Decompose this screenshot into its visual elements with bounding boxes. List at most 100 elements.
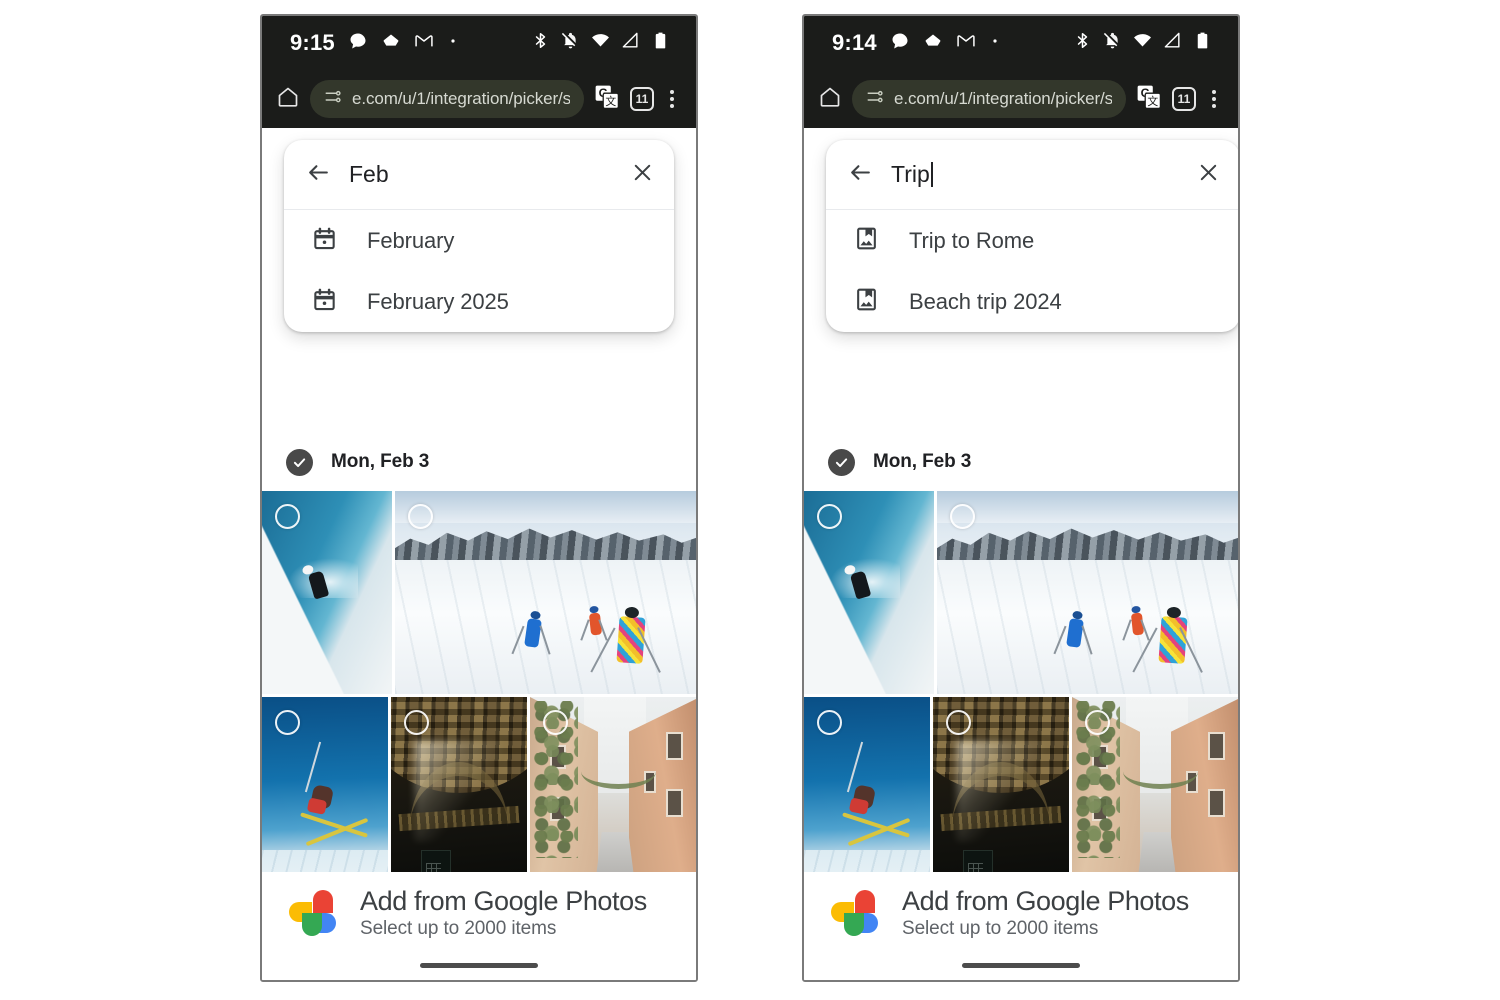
search-input[interactable]: Feb xyxy=(349,161,613,188)
unselected-circle-icon[interactable] xyxy=(817,710,842,735)
search-suggestion-1[interactable]: Trip to Rome xyxy=(826,210,1238,271)
suggestion-label: Trip to Rome xyxy=(909,227,1035,253)
google-translate-icon[interactable]: G文 xyxy=(594,84,620,115)
unselected-circle-icon[interactable] xyxy=(404,710,429,735)
search-input[interactable]: Trip xyxy=(891,161,1179,188)
unselected-circle-icon[interactable] xyxy=(817,504,842,529)
photo-alpine-panorama[interactable] xyxy=(395,491,696,694)
site-settings-icon[interactable] xyxy=(866,88,884,111)
photo-skier-slope[interactable] xyxy=(804,491,934,694)
browser-toolbar: e.com/u/1/integration/picker/s G 文 11 xyxy=(262,70,696,128)
web-page-content: Mon, Feb 3 Trip Trip to Rome Beach trip 202… xyxy=(804,128,1238,980)
status-bar: 9:14 xyxy=(804,16,1238,70)
dot-icon xyxy=(989,34,1001,52)
unselected-circle-icon[interactable] xyxy=(275,504,300,529)
selection-limit-subtitle: Select up to 2000 items xyxy=(360,918,557,939)
suggestion-label: February xyxy=(367,227,455,253)
gesture-nav-bar[interactable] xyxy=(420,963,538,968)
address-bar[interactable]: e.com/u/1/integration/picker/s xyxy=(310,80,584,118)
check-circle-icon[interactable] xyxy=(286,448,313,476)
wifi-icon xyxy=(591,31,610,55)
cell-signal-icon xyxy=(621,31,640,55)
back-arrow-icon[interactable] xyxy=(306,160,331,190)
phone-screenshot-right: 9:14 e.com/u/1/integration/picker/s G 文 11 Mo… xyxy=(802,14,1240,982)
date-section-header: Mon, Feb 3 xyxy=(804,433,1238,491)
dot-icon xyxy=(447,34,459,52)
gmail-icon xyxy=(414,31,434,56)
suggestion-label: February 2025 xyxy=(367,288,509,314)
wifi-icon xyxy=(1133,31,1152,55)
date-label: Mon, Feb 3 xyxy=(873,451,972,472)
phone-screenshot-left: 9:15 e.com/u/1/integration/picker/s G 文 11 Mo… xyxy=(260,14,698,982)
status-clock: 9:15 xyxy=(290,30,335,55)
search-overlay-card: Feb February February 2025 xyxy=(284,140,674,332)
status-clock: 9:14 xyxy=(832,30,877,55)
suggestion-label: Beach trip 2024 xyxy=(909,288,1062,314)
battery-icon xyxy=(1193,31,1212,55)
home-icon[interactable] xyxy=(276,85,300,114)
close-icon[interactable] xyxy=(631,161,654,189)
calendar-icon xyxy=(312,226,337,256)
search-bar[interactable]: Trip xyxy=(826,140,1238,210)
more-options-icon[interactable] xyxy=(1206,90,1222,108)
notifications-muted-icon xyxy=(1103,31,1122,55)
date-label: Mon, Feb 3 xyxy=(331,451,430,472)
unselected-circle-icon[interactable] xyxy=(408,504,433,529)
tab-counter-button[interactable]: 11 xyxy=(630,87,654,111)
site-settings-icon[interactable] xyxy=(324,88,342,111)
gesture-nav-bar[interactable] xyxy=(962,963,1080,968)
photo-grid-row-1 xyxy=(804,491,1238,694)
bottom-action-sheet: Add from Google Photos Select up to 2000 … xyxy=(262,872,696,980)
unselected-circle-icon[interactable] xyxy=(275,710,300,735)
unselected-circle-icon[interactable] xyxy=(950,504,975,529)
search-suggestion-2[interactable]: February 2025 xyxy=(284,271,674,332)
chat-bubble-icon xyxy=(348,31,368,56)
add-from-google-photos-title: Add from Google Photos xyxy=(902,886,1189,916)
screenshot-canvas: 9:15 e.com/u/1/integration/picker/s G 文 11 Mo… xyxy=(0,0,1500,1000)
bottom-action-sheet: Add from Google Photos Select up to 2000 … xyxy=(804,872,1238,980)
selection-limit-subtitle: Select up to 2000 items xyxy=(902,918,1099,939)
search-suggestion-1[interactable]: February xyxy=(284,210,674,271)
bluetooth-icon xyxy=(531,31,550,55)
google-translate-icon[interactable]: G文 xyxy=(1136,84,1162,115)
more-options-icon[interactable] xyxy=(664,90,680,108)
bluetooth-icon xyxy=(1073,31,1092,55)
back-arrow-icon[interactable] xyxy=(848,160,873,190)
calendar-icon xyxy=(312,287,337,317)
gmail-icon xyxy=(956,31,976,56)
chat-bubble-icon xyxy=(890,31,910,56)
unselected-circle-icon[interactable] xyxy=(946,710,971,735)
svg-text:文: 文 xyxy=(1147,94,1158,108)
date-section-header: Mon, Feb 3 xyxy=(262,433,696,491)
unselected-circle-icon[interactable] xyxy=(1085,710,1110,735)
svg-text:文: 文 xyxy=(605,94,616,108)
album-photo-icon xyxy=(854,287,879,317)
nest-home-icon xyxy=(923,31,943,56)
unselected-circle-icon[interactable] xyxy=(543,710,568,735)
address-bar[interactable]: e.com/u/1/integration/picker/s xyxy=(852,80,1126,118)
cell-signal-icon xyxy=(1163,31,1182,55)
battery-icon xyxy=(651,31,670,55)
nest-home-icon xyxy=(381,31,401,56)
google-photos-logo xyxy=(288,889,338,937)
address-bar-url: e.com/u/1/integration/picker/s xyxy=(352,89,570,108)
close-icon[interactable] xyxy=(1197,161,1220,189)
tab-counter-button[interactable]: 11 xyxy=(1172,87,1196,111)
text-cursor xyxy=(930,162,933,187)
web-page-content: Mon, Feb 3 Feb February February 2025 Add fr… xyxy=(262,128,696,980)
photo-alpine-panorama[interactable] xyxy=(937,491,1238,694)
notifications-muted-icon xyxy=(561,31,580,55)
photo-skier-slope[interactable] xyxy=(262,491,392,694)
status-bar: 9:15 xyxy=(262,16,696,70)
browser-toolbar: e.com/u/1/integration/picker/s G 文 11 xyxy=(804,70,1238,128)
search-bar[interactable]: Feb xyxy=(284,140,674,210)
search-suggestion-2[interactable]: Beach trip 2024 xyxy=(826,271,1238,332)
search-overlay-card: Trip Trip to Rome Beach trip 2024 xyxy=(826,140,1238,332)
check-circle-icon[interactable] xyxy=(828,448,855,476)
google-photos-logo xyxy=(830,889,880,937)
address-bar-url: e.com/u/1/integration/picker/s xyxy=(894,89,1112,108)
home-icon[interactable] xyxy=(818,85,842,114)
add-from-google-photos-title: Add from Google Photos xyxy=(360,886,647,916)
album-photo-icon xyxy=(854,226,879,256)
photo-grid-row-1 xyxy=(262,491,696,694)
